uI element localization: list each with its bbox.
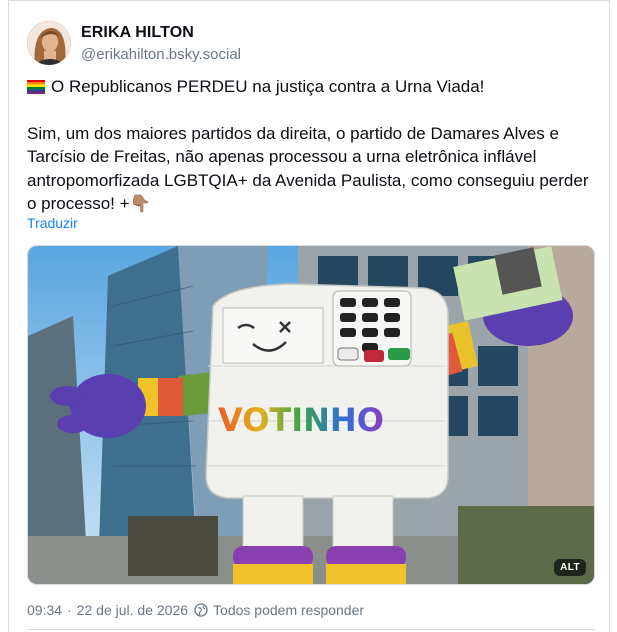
meta-separator: · (67, 602, 72, 618)
author-names: ERIKA HILTON @erikahilton.bsky.social (81, 23, 241, 65)
votinho-balloon-photo: VOTINHO (28, 246, 594, 584)
rainbow-flag-icon (27, 80, 45, 94)
post-meta: 09:34 · 22 de jul. de 2026 Todos podem r… (27, 601, 364, 619)
post-card: ERIKA HILTON @erikahilton.bsky.social O … (8, 0, 610, 632)
divider (27, 629, 595, 630)
reply-setting[interactable]: Todos podem responder (213, 601, 364, 619)
post-text: O Republicanos PERDEU na justiça contra … (27, 75, 595, 215)
author-display-name[interactable]: ERIKA HILTON (81, 23, 241, 43)
avatar[interactable] (27, 21, 71, 65)
post-time: 09:34 (27, 602, 63, 618)
globe-reply-icon (194, 603, 208, 617)
author-handle[interactable]: @erikahilton.bsky.social (81, 45, 241, 65)
post-paragraph-1: O Republicanos PERDEU na justiça contra … (51, 77, 485, 96)
alt-badge[interactable]: ALT (554, 559, 586, 576)
post-paragraph-2: Sim, um dos maiores partidos da direita,… (27, 123, 594, 214)
post-header: ERIKA HILTON @erikahilton.bsky.social (27, 21, 587, 65)
translate-link[interactable]: Traduzir (27, 215, 78, 231)
post-image[interactable]: VOTINHO ALT (27, 245, 595, 585)
avatar-image (27, 21, 71, 65)
balloon-lettering: VOTINHO (218, 401, 384, 439)
post-date: 22 de jul. de 2026 (76, 602, 189, 618)
pointing-down-emoji: 👇🏽 (129, 194, 151, 214)
